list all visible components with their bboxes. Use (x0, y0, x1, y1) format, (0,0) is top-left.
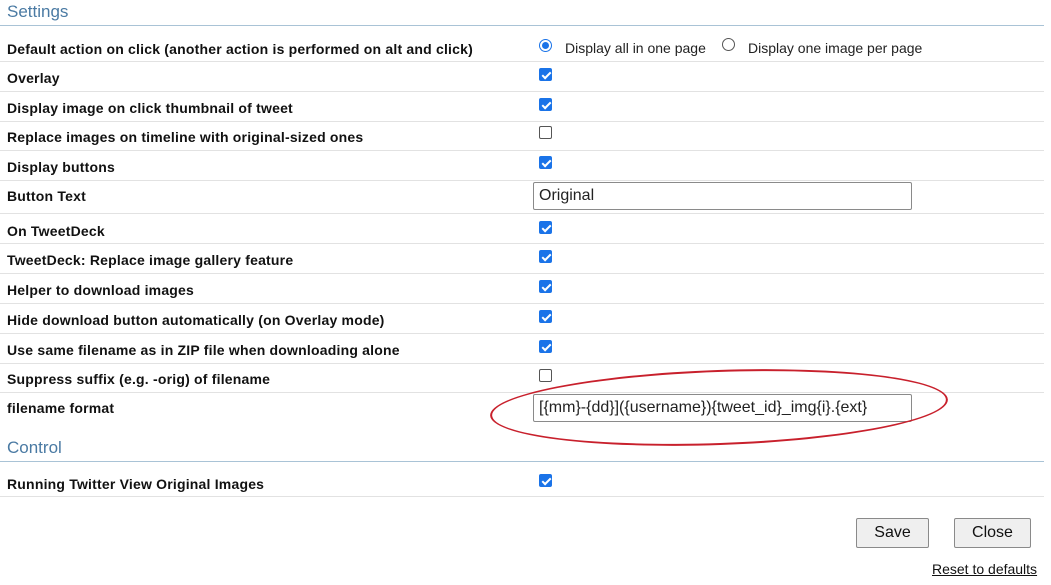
radio-display-one-per-page[interactable] (722, 38, 735, 51)
setting-label: Hide download button automatically (on O… (7, 312, 385, 328)
settings-section-header: Settings (0, 0, 1044, 26)
control-section-title: Control (7, 438, 62, 457)
display-image-on-click-checkbox[interactable] (539, 98, 552, 111)
hide-download-button-checkbox[interactable] (539, 310, 552, 323)
filename-format-input[interactable] (533, 394, 912, 422)
setting-row-default-action: Default action on click (another action … (0, 34, 1044, 62)
setting-label: TweetDeck: Replace image gallery feature (7, 252, 294, 268)
setting-row-suppress-suffix: Suppress suffix (e.g. -orig) of filename (0, 364, 1044, 393)
setting-row-display-buttons: Display buttons (0, 151, 1044, 181)
overlay-checkbox[interactable] (539, 68, 552, 81)
setting-label: Display buttons (7, 159, 116, 175)
radio-label-display-all-one-page[interactable]: Display all in one page (565, 40, 706, 56)
running-checkbox[interactable] (539, 474, 552, 487)
setting-label: Replace images on timeline with original… (7, 129, 364, 145)
tweetdeck-gallery-checkbox[interactable] (539, 250, 552, 263)
suppress-suffix-checkbox[interactable] (539, 369, 552, 382)
reset-to-defaults-link[interactable]: Reset to defaults (932, 561, 1037, 577)
on-tweetdeck-checkbox[interactable] (539, 221, 552, 234)
control-section-header: Control (0, 436, 1044, 462)
setting-label: Use same filename as in ZIP file when do… (7, 342, 400, 358)
setting-label: Display image on click thumbnail of twee… (7, 100, 293, 116)
setting-row-display-image-on-click: Display image on click thumbnail of twee… (0, 92, 1044, 122)
setting-row-helper-download: Helper to download images (0, 274, 1044, 304)
setting-label: filename format (7, 400, 115, 416)
setting-row-button-text: Button Text (0, 181, 1044, 214)
close-button[interactable]: Close (954, 518, 1031, 548)
settings-section-title: Settings (7, 2, 69, 21)
setting-row-overlay: Overlay (0, 62, 1044, 92)
setting-label: Running Twitter View Original Images (7, 476, 265, 492)
setting-row-filename-format: filename format (0, 393, 1044, 424)
setting-row-hide-download-button: Hide download button automatically (on O… (0, 304, 1044, 334)
radio-label-display-one-per-page[interactable]: Display one image per page (748, 40, 922, 56)
setting-label: Suppress suffix (e.g. -orig) of filename (7, 371, 271, 387)
display-buttons-checkbox[interactable] (539, 156, 552, 169)
setting-label: Helper to download images (7, 282, 195, 298)
replace-images-checkbox[interactable] (539, 126, 552, 139)
same-filename-checkbox[interactable] (539, 340, 552, 353)
setting-row-tweetdeck-gallery: TweetDeck: Replace image gallery feature (0, 244, 1044, 274)
save-button[interactable]: Save (856, 518, 929, 548)
setting-row-replace-images: Replace images on timeline with original… (0, 122, 1044, 151)
setting-row-running: Running Twitter View Original Images (0, 466, 1044, 497)
setting-label: On TweetDeck (7, 223, 105, 239)
setting-label: Overlay (7, 70, 60, 86)
button-text-input[interactable] (533, 182, 912, 210)
setting-label-default-action: Default action on click (another action … (7, 41, 473, 57)
helper-download-checkbox[interactable] (539, 280, 552, 293)
setting-label: Button Text (7, 188, 86, 204)
radio-display-all-one-page[interactable] (539, 39, 552, 52)
setting-row-on-tweetdeck: On TweetDeck (0, 214, 1044, 244)
setting-row-same-filename: Use same filename as in ZIP file when do… (0, 334, 1044, 364)
